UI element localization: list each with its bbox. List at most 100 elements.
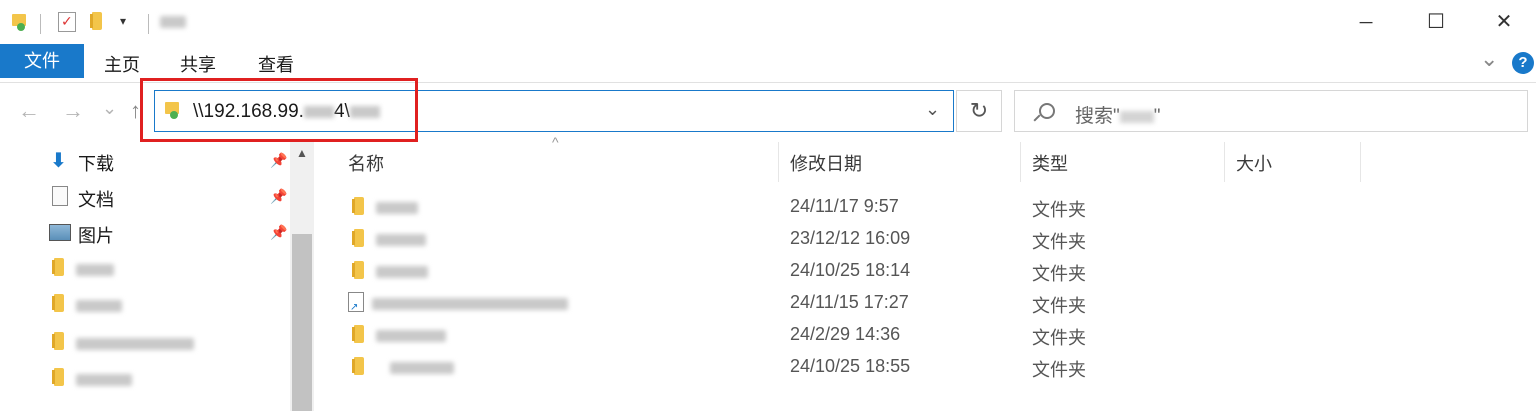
sidebar-item-folder[interactable] xyxy=(0,364,290,394)
chevron-down-icon: ⌄ xyxy=(925,99,941,119)
table-row[interactable]: 24/10/25 18:14 文件夹 xyxy=(340,258,1380,286)
title-bar: ✓ ▾ ─ ☐ ✕ xyxy=(0,0,1536,44)
file-type: 文件夹 xyxy=(1032,296,1086,316)
window-title xyxy=(160,16,186,28)
document-icon xyxy=(52,186,68,206)
file-name-redacted xyxy=(390,362,454,374)
column-header-modified[interactable]: 修改日期 xyxy=(790,150,862,176)
navigation-pane: ⬇ 下载 📌 文档 📌 图片 📌 ▲ xyxy=(0,140,316,411)
ribbon-expand-button[interactable]: ⌄ xyxy=(1480,46,1498,72)
tab-file-label: 文件 xyxy=(24,51,60,71)
folder-icon xyxy=(52,258,64,276)
file-name-redacted xyxy=(372,298,568,310)
sidebar-item-documents[interactable]: 文档 📌 xyxy=(0,182,290,212)
pin-icon[interactable]: 📌 xyxy=(270,152,287,168)
help-button[interactable]: ? xyxy=(1512,52,1534,74)
table-row[interactable]: 24/11/17 9:57 文件夹 xyxy=(340,194,1380,222)
table-row[interactable]: 24/2/29 14:36 文件夹 xyxy=(340,322,1380,350)
folder-icon xyxy=(352,325,364,343)
sidebar-item-label: 图片 xyxy=(78,226,114,246)
sidebar-scrollbar[interactable]: ▲ xyxy=(290,142,314,411)
tab-file[interactable]: 文件 xyxy=(0,44,84,78)
table-row[interactable]: 24/10/25 18:55 文件夹 xyxy=(340,354,1380,382)
recent-locations-button[interactable]: ⌄ xyxy=(102,98,117,119)
close-button[interactable]: ✕ xyxy=(1478,6,1530,38)
refresh-button[interactable]: ↻ xyxy=(956,90,1002,132)
back-button[interactable]: ← xyxy=(18,98,40,124)
sidebar-item-folder[interactable] xyxy=(0,290,290,320)
folder-name-redacted xyxy=(76,338,194,350)
pin-icon[interactable]: 📌 xyxy=(270,188,287,204)
dropdown-arrow-icon[interactable]: ▾ xyxy=(120,14,126,28)
sidebar-item-folder[interactable] xyxy=(0,328,290,358)
tab-view[interactable]: 查看 xyxy=(258,51,294,77)
folder-icon xyxy=(352,261,364,279)
column-separator[interactable] xyxy=(1020,142,1021,182)
arrow-left-icon: ← xyxy=(18,98,40,123)
drive-icon[interactable] xyxy=(12,14,26,31)
tab-share[interactable]: 共享 xyxy=(180,51,216,77)
pin-icon[interactable]: 📌 xyxy=(270,224,287,240)
folder-name-redacted xyxy=(76,264,114,276)
file-date: 24/11/17 9:57 xyxy=(790,196,899,216)
chevron-down-icon: ⌄ xyxy=(1480,46,1499,71)
close-icon: ✕ xyxy=(1495,11,1513,33)
address-dropdown-button[interactable]: ⌄ xyxy=(925,99,940,120)
search-icon-handle xyxy=(1033,114,1041,122)
column-separator[interactable] xyxy=(1224,142,1225,182)
maximize-button[interactable]: ☐ xyxy=(1410,6,1462,38)
forward-button[interactable]: → xyxy=(62,98,84,124)
folder-icon xyxy=(52,368,64,386)
search-icon xyxy=(1039,103,1055,119)
search-placeholder: 搜索" " xyxy=(1075,101,1161,128)
file-name-redacted xyxy=(376,234,426,246)
file-date: 23/12/12 16:09 xyxy=(790,228,911,248)
chevron-down-icon: ⌄ xyxy=(102,98,118,118)
help-icon: ? xyxy=(1518,54,1528,71)
file-type: 文件夹 xyxy=(1032,328,1086,348)
picture-icon xyxy=(49,224,71,241)
tab-home-label: 主页 xyxy=(104,55,140,75)
folder-name-redacted xyxy=(76,300,122,312)
separator xyxy=(40,14,41,34)
folder-icon xyxy=(352,357,364,375)
search-end: " xyxy=(1153,106,1161,127)
sidebar-item-downloads[interactable]: ⬇ 下载 📌 xyxy=(0,148,290,178)
properties-icon[interactable]: ✓ xyxy=(58,12,76,32)
separator xyxy=(148,14,149,34)
folder-icon xyxy=(52,332,64,350)
sidebar-item-pictures[interactable]: 图片 📌 xyxy=(0,218,290,248)
tab-home[interactable]: 主页 xyxy=(104,51,140,77)
file-name-redacted xyxy=(376,202,418,214)
sidebar-item-folder[interactable] xyxy=(0,254,290,284)
file-type: 文件夹 xyxy=(1032,200,1086,220)
file-name-redacted xyxy=(376,266,428,278)
refresh-icon: ↻ xyxy=(969,98,989,123)
file-date: 24/10/25 18:14 xyxy=(790,260,911,280)
download-arrow-icon: ⬇ xyxy=(50,150,67,172)
folder-icon xyxy=(352,229,364,247)
table-row[interactable]: ↗ 24/11/15 17:27 文件夹 xyxy=(340,290,1380,318)
minimize-icon: ─ xyxy=(1359,12,1373,32)
sidebar-item-label: 文档 xyxy=(78,190,114,210)
table-row[interactable]: 23/12/12 16:09 文件夹 xyxy=(340,226,1380,254)
search-redacted xyxy=(1119,110,1154,123)
tab-view-label: 查看 xyxy=(258,55,294,75)
minimize-button[interactable]: ─ xyxy=(1340,6,1392,38)
sidebar-item-label: 下载 xyxy=(78,154,114,174)
folder-name-redacted xyxy=(76,374,132,386)
scrollbar-thumb[interactable] xyxy=(292,234,312,411)
file-date: 24/11/15 17:27 xyxy=(790,292,909,312)
column-header-size[interactable]: 大小 xyxy=(1236,150,1272,176)
file-type: 文件夹 xyxy=(1032,264,1086,284)
shortcut-icon: ↗ xyxy=(348,292,364,313)
scroll-up-icon[interactable]: ▲ xyxy=(296,146,308,160)
new-folder-icon[interactable] xyxy=(90,12,102,30)
column-separator[interactable] xyxy=(778,142,779,182)
search-box[interactable]: 搜索" " xyxy=(1014,90,1528,132)
file-date: 24/10/25 18:55 xyxy=(790,356,911,376)
column-header-type[interactable]: 类型 xyxy=(1032,150,1068,176)
file-type: 文件夹 xyxy=(1032,232,1086,252)
column-header-name[interactable]: 名称 xyxy=(348,150,384,176)
column-separator[interactable] xyxy=(1360,142,1361,182)
